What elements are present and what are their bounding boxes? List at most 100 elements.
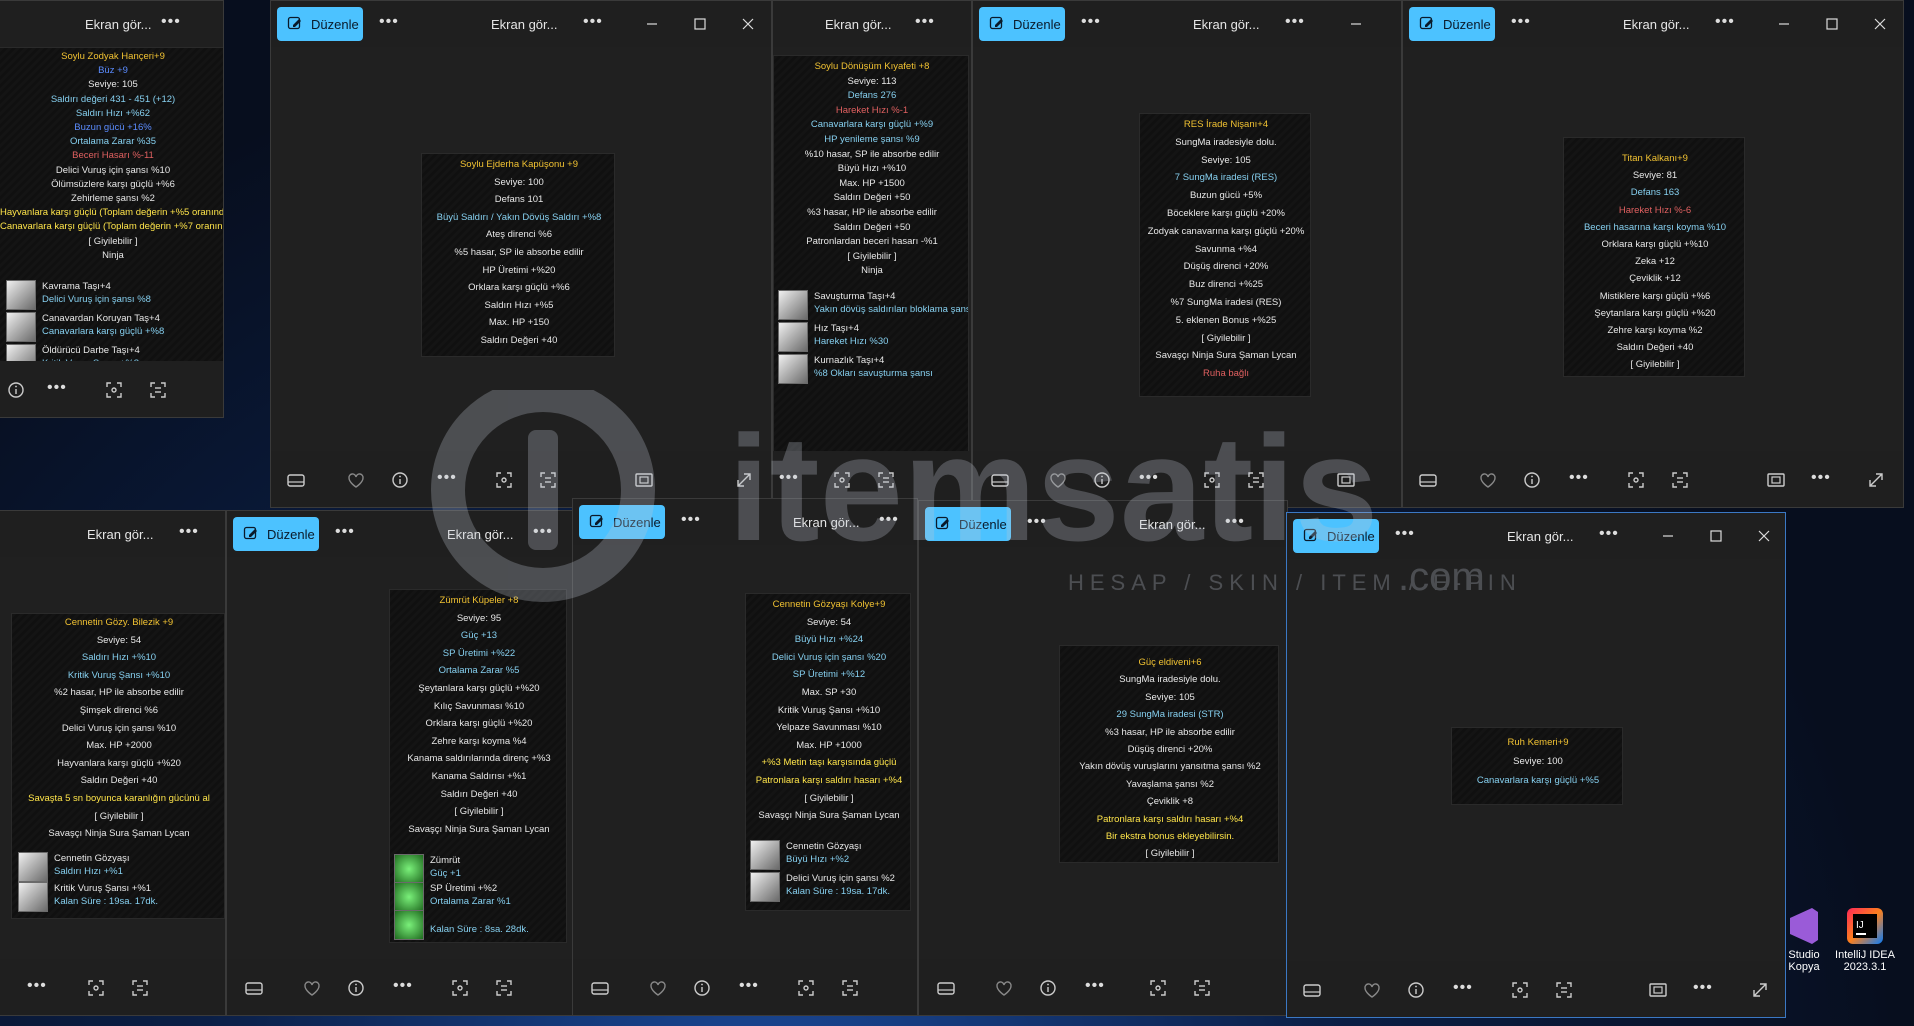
heart-icon[interactable] — [301, 977, 323, 999]
edit-button[interactable]: Düzenle — [233, 517, 319, 551]
fit-icon[interactable] — [243, 977, 265, 999]
edit-button[interactable]: Düzenle — [1293, 519, 1379, 553]
expand-icon[interactable] — [733, 469, 755, 491]
fit-icon[interactable] — [935, 977, 957, 999]
slideshow-icon[interactable] — [1765, 469, 1787, 491]
heart-icon[interactable] — [1047, 469, 1069, 491]
edit-button[interactable]: Düzenle — [579, 505, 665, 539]
titlebar[interactable]: Düzenle ••• Ekran gör... ••• — [573, 499, 917, 545]
more-options-button[interactable]: ••• — [1395, 525, 1415, 543]
slideshow-icon[interactable] — [1335, 469, 1357, 491]
more-options-button[interactable]: ••• — [915, 13, 935, 31]
more-button[interactable]: ••• — [27, 977, 47, 995]
info-icon[interactable] — [389, 469, 411, 491]
scan-icon[interactable] — [831, 469, 853, 491]
fit-icon[interactable] — [285, 469, 307, 491]
minimize-icon[interactable] — [1345, 13, 1367, 35]
info-icon[interactable] — [1037, 977, 1059, 999]
scan-icon[interactable] — [795, 977, 817, 999]
info-icon[interactable] — [1091, 469, 1113, 491]
info-icon[interactable] — [345, 977, 367, 999]
more-button[interactable]: ••• — [437, 469, 457, 487]
more-button[interactable]: ••• — [47, 379, 67, 397]
heart-icon[interactable] — [345, 469, 367, 491]
slideshow-icon[interactable] — [1647, 979, 1669, 1001]
more-button[interactable]: ••• — [739, 977, 759, 995]
more-button-2[interactable]: ••• — [1693, 979, 1713, 997]
text-extract-icon[interactable] — [493, 977, 515, 999]
more-options-button[interactable]: ••• — [1081, 13, 1101, 31]
more-button[interactable]: ••• — [1569, 469, 1589, 487]
more-button-2[interactable]: ••• — [1811, 469, 1831, 487]
expand-icon[interactable] — [1865, 469, 1887, 491]
info-icon[interactable] — [1405, 979, 1427, 1001]
fit-icon[interactable] — [589, 977, 611, 999]
more-options-button-2[interactable]: ••• — [1599, 525, 1619, 543]
minimize-icon[interactable] — [641, 13, 663, 35]
maximize-icon[interactable] — [689, 13, 711, 35]
heart-icon[interactable] — [1477, 469, 1499, 491]
more-options-button-2[interactable]: ••• — [533, 523, 553, 541]
text-extract-icon[interactable] — [839, 977, 861, 999]
edit-button[interactable]: Düzenle — [1409, 7, 1495, 41]
more-button[interactable]: ••• — [1085, 977, 1105, 995]
more-options-button-2[interactable]: ••• — [879, 511, 899, 529]
more-options-button-2[interactable]: ••• — [583, 13, 603, 31]
fit-icon[interactable] — [989, 469, 1011, 491]
scan-icon[interactable] — [493, 469, 515, 491]
text-extract-icon[interactable] — [537, 469, 559, 491]
heart-icon[interactable] — [993, 977, 1015, 999]
scan-icon[interactable] — [1625, 469, 1647, 491]
more-button[interactable]: ••• — [1139, 469, 1159, 487]
text-extract-icon[interactable] — [147, 379, 169, 401]
expand-icon[interactable] — [1749, 979, 1771, 1001]
scan-icon[interactable] — [1201, 469, 1223, 491]
fit-icon[interactable] — [1417, 469, 1439, 491]
heart-icon[interactable] — [1361, 979, 1383, 1001]
slideshow-icon[interactable] — [633, 469, 655, 491]
more-options-button[interactable]: ••• — [179, 523, 199, 541]
minimize-icon[interactable] — [1657, 525, 1679, 547]
scan-icon[interactable] — [1147, 977, 1169, 999]
maximize-icon[interactable] — [1821, 13, 1843, 35]
heart-icon[interactable] — [647, 977, 669, 999]
more-options-button[interactable]: ••• — [1511, 13, 1531, 31]
info-icon[interactable] — [1521, 469, 1543, 491]
minimize-icon[interactable] — [1773, 13, 1795, 35]
intellij-idea-shortcut[interactable]: IJ IntelliJ IDEA 2023.3.1 — [1830, 906, 1900, 986]
titlebar[interactable]: Ekran gör... ••• — [0, 511, 225, 557]
more-options-button[interactable]: ••• — [681, 511, 701, 529]
info-icon[interactable] — [5, 379, 27, 401]
text-extract-icon[interactable] — [875, 469, 897, 491]
scan-icon[interactable] — [1509, 979, 1531, 1001]
close-icon[interactable] — [1869, 13, 1891, 35]
info-icon[interactable] — [691, 977, 713, 999]
close-icon[interactable] — [1753, 525, 1775, 547]
text-extract-icon[interactable] — [129, 977, 151, 999]
titlebar[interactable]: Ekran gör... ••• — [0, 1, 223, 47]
titlebar[interactable]: Düzenle ••• Ekran gör... ••• — [1287, 513, 1785, 559]
text-extract-icon[interactable] — [1245, 469, 1267, 491]
titlebar[interactable]: Düzenle ••• Ekran gör... ••• — [919, 501, 1287, 547]
edit-button[interactable]: Düzenle — [277, 7, 363, 41]
more-options-button[interactable]: ••• — [335, 523, 355, 541]
more-button[interactable]: ••• — [393, 977, 413, 995]
edit-button[interactable]: Düzenle — [925, 507, 1011, 541]
titlebar[interactable]: Düzenle ••• Ekran gör... ••• — [1403, 1, 1903, 47]
more-options-button[interactable]: ••• — [379, 13, 399, 31]
maximize-icon[interactable] — [1705, 525, 1727, 547]
more-options-button[interactable]: ••• — [1027, 513, 1047, 531]
text-extract-icon[interactable] — [1191, 977, 1213, 999]
scan-icon[interactable] — [85, 977, 107, 999]
scan-icon[interactable] — [449, 977, 471, 999]
more-button[interactable]: ••• — [1453, 979, 1473, 997]
more-button[interactable]: ••• — [779, 469, 799, 487]
edit-button[interactable]: Düzenle — [979, 7, 1065, 41]
titlebar[interactable]: Düzenle ••• Ekran gör... ••• — [271, 1, 771, 47]
text-extract-icon[interactable] — [1553, 979, 1575, 1001]
titlebar[interactable]: Düzenle ••• Ekran gör... ••• — [227, 511, 575, 557]
more-options-button-2[interactable]: ••• — [1715, 13, 1735, 31]
titlebar[interactable]: Ekran gör... ••• — [773, 1, 971, 47]
fit-icon[interactable] — [1301, 979, 1323, 1001]
close-icon[interactable] — [737, 13, 759, 35]
